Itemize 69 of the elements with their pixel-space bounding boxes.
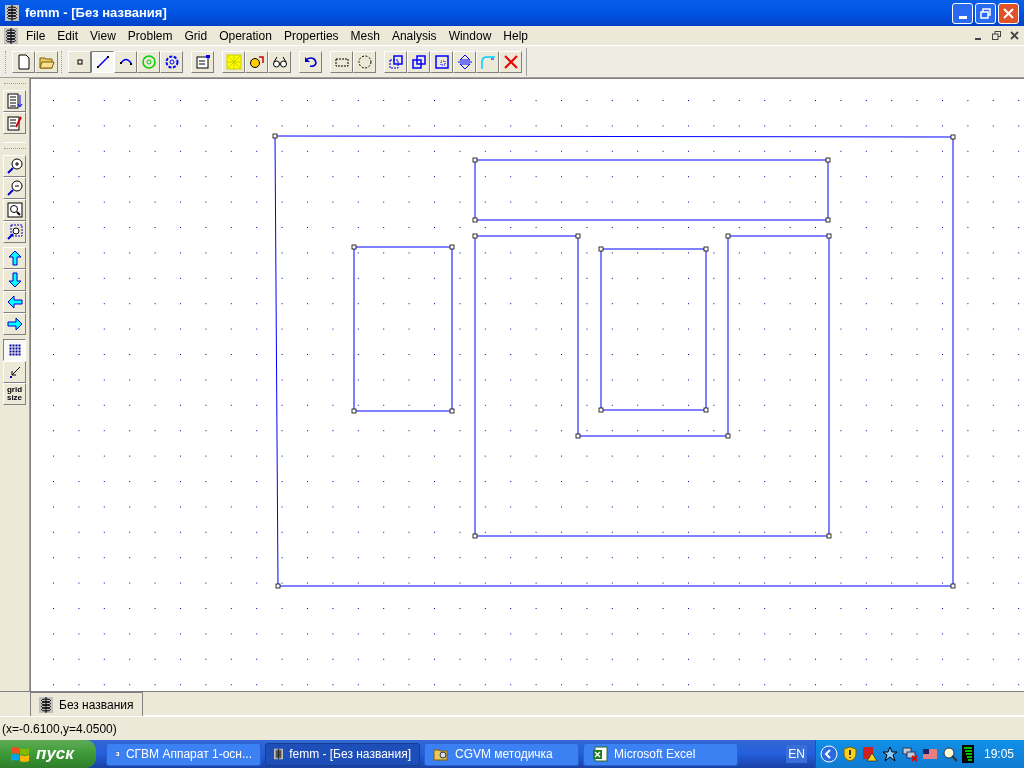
restore-button[interactable]	[975, 2, 996, 24]
menu-item[interactable]: View	[84, 26, 122, 45]
crank-icon	[248, 53, 265, 70]
overlapping-squares-icon	[410, 53, 427, 70]
arrow-left-icon	[6, 294, 23, 310]
mesh-icon	[225, 53, 242, 70]
menu-item[interactable]: Window	[442, 26, 498, 45]
taskbar-button[interactable]: Microsoft Excel	[583, 742, 738, 766]
language-indicator[interactable]: EN	[786, 745, 807, 763]
zoom-window-icon	[6, 224, 23, 240]
notepad-icon	[6, 115, 23, 131]
menu-item[interactable]: Operation	[213, 26, 278, 45]
mirror-icon	[456, 53, 473, 70]
spreadsheet-icon	[592, 746, 608, 762]
target-icon	[140, 53, 157, 70]
document-tab[interactable]: Без названия	[30, 692, 143, 716]
window-title: femm - [Без названия]	[25, 4, 168, 23]
menu-item[interactable]: Grid	[178, 26, 214, 45]
zoom-out-icon	[6, 180, 23, 196]
zoom-in-icon	[6, 158, 23, 174]
menu-item[interactable]: Problem	[121, 26, 179, 45]
arrow-right-icon	[6, 316, 23, 332]
scale-square-icon	[433, 53, 450, 70]
minimize-icon	[975, 37, 981, 40]
rounded-corner-icon	[479, 53, 496, 70]
restore-icon	[980, 7, 991, 19]
chevron-left-icon[interactable]	[819, 745, 838, 763]
zoom-fit-icon	[6, 202, 23, 218]
dashed-circle-icon	[356, 53, 373, 70]
magnifier-icon[interactable]	[941, 746, 958, 762]
gear-icon	[163, 53, 180, 70]
arrow-up-icon	[6, 250, 23, 266]
status-coordinates: (x=-0.6100,y=4.0500)	[2, 720, 117, 738]
folder-icon	[433, 746, 449, 762]
close-icon	[1009, 31, 1019, 40]
start-button[interactable]: пуск	[0, 740, 96, 768]
blank-page-icon	[15, 53, 32, 70]
line-icon	[94, 53, 111, 70]
minimize-icon	[958, 15, 967, 19]
tool-button[interactable]	[3, 339, 26, 361]
close-icon	[1003, 7, 1014, 19]
document-menu-icon	[4, 27, 18, 44]
app-icon	[5, 5, 19, 21]
star-icon[interactable]	[881, 746, 898, 762]
windows-logo-icon	[10, 745, 30, 763]
minimize-button[interactable]	[952, 2, 973, 24]
signal-bars-icon[interactable]	[961, 745, 974, 763]
tool-button[interactable]	[91, 50, 114, 73]
close-button[interactable]	[998, 2, 1019, 24]
shield-icon[interactable]	[841, 746, 858, 762]
menu-item[interactable]: Analysis	[385, 26, 443, 45]
menu-item[interactable]: Mesh	[344, 26, 386, 45]
taskbar-button[interactable]: СГВМ Аппарат 1-осн...	[106, 742, 261, 766]
tool-button[interactable]: grid size	[3, 383, 26, 405]
menu-item[interactable]: File	[20, 26, 52, 45]
delete-icon	[502, 53, 519, 70]
flag-icon[interactable]	[921, 746, 938, 762]
form-icon	[194, 53, 211, 70]
menu-item[interactable]: Edit	[51, 26, 85, 45]
network-disconnected-icon[interactable]	[901, 746, 918, 762]
taskbar-button[interactable]: CGVM методичка	[424, 742, 579, 766]
clock: 19:05	[983, 746, 1014, 763]
menu-item[interactable]: Help	[497, 26, 534, 45]
move-squares-icon	[387, 53, 404, 70]
taskbar-button[interactable]: femm - [Без названия]	[265, 742, 420, 766]
arrow-down-icon	[6, 272, 23, 288]
list-icon	[6, 93, 23, 109]
menu-item[interactable]: Properties	[277, 26, 345, 45]
restore-icon	[991, 31, 1001, 40]
